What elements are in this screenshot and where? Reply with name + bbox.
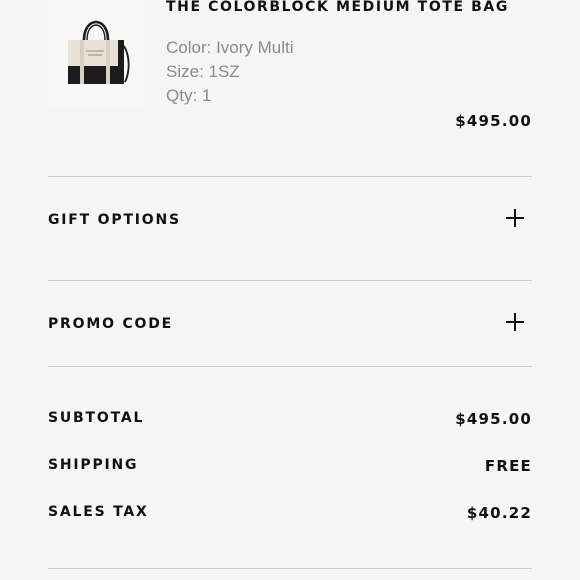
cart-line-item: THE COLORBLOCK MEDIUM TOTE BAG Color: Iv… — [48, 0, 532, 176]
order-summary-panel: THE COLORBLOCK MEDIUM TOTE BAG Color: Iv… — [0, 0, 580, 580]
divider — [48, 280, 532, 281]
sales-tax-label: SALES TAX — [48, 504, 149, 520]
divider — [48, 366, 532, 367]
gift-options-toggle[interactable]: GIFT OPTIONS — [48, 200, 532, 240]
product-quantity: Qty: 1 — [166, 86, 212, 105]
product-price: $495.00 — [455, 112, 532, 130]
tote-bag-image[interactable] — [48, 0, 144, 108]
promo-code-toggle[interactable]: PROMO CODE — [48, 304, 532, 344]
divider — [48, 176, 532, 177]
product-size: Size: 1SZ — [166, 62, 240, 81]
divider — [48, 568, 532, 569]
shipping-label: SHIPPING — [48, 457, 139, 473]
product-title[interactable]: THE COLORBLOCK MEDIUM TOTE BAG — [166, 0, 511, 16]
sales-tax-row: SALES TAX $40.22 — [48, 504, 532, 526]
promo-code-label: PROMO CODE — [48, 316, 174, 332]
plus-icon[interactable] — [506, 209, 524, 227]
shipping-row: SHIPPING FREE — [48, 457, 532, 479]
plus-icon[interactable] — [506, 313, 524, 331]
subtotal-label: SUBTOTAL — [48, 410, 145, 426]
subtotal-value: $495.00 — [455, 410, 532, 428]
sales-tax-value: $40.22 — [466, 504, 532, 522]
subtotal-row: SUBTOTAL $495.00 — [48, 410, 532, 432]
shipping-value: FREE — [484, 457, 532, 475]
gift-options-label: GIFT OPTIONS — [48, 212, 181, 228]
product-color: Color: Ivory Multi — [166, 38, 294, 57]
